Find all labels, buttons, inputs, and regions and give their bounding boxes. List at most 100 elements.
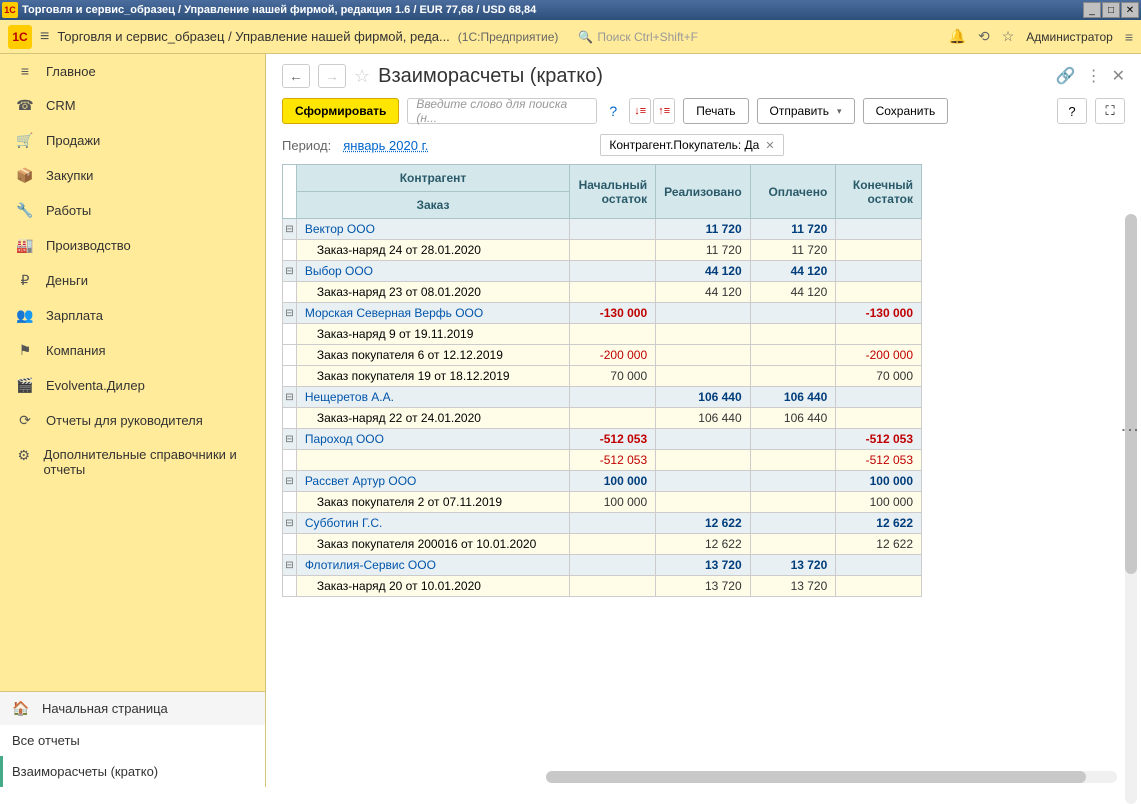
cell-start: 100 000: [570, 492, 656, 513]
th-order[interactable]: Заказ: [296, 192, 569, 219]
sidebar-item-8[interactable]: ⚑Компания: [0, 333, 265, 368]
table-row[interactable]: Заказ-наряд 23 от 08.01.202044 12044 120: [283, 282, 922, 303]
fullscreen-icon[interactable]: ⛶: [1095, 98, 1125, 124]
th-paid[interactable]: Оплачено: [750, 165, 836, 219]
cell-name: Заказ покупателя 6 от 12.12.2019: [296, 345, 569, 366]
sidebar-item-11[interactable]: ⚙Дополнительные справочники и отчеты: [0, 438, 265, 486]
user-label[interactable]: Администратор: [1026, 30, 1113, 44]
cell-name: Вектор ООО: [296, 219, 569, 240]
table-row[interactable]: ⊟Пароход ООО-512 053-512 053: [283, 429, 922, 450]
global-search[interactable]: 🔍 Поиск Ctrl+Shift+F: [578, 30, 940, 44]
sidebar-item-0[interactable]: ≡Главное: [0, 54, 265, 88]
table-row[interactable]: ⊟Флотилия-Сервис ООО13 72013 720: [283, 555, 922, 576]
back-button[interactable]: ←: [282, 64, 310, 88]
more-icon[interactable]: ⋮: [1086, 66, 1102, 86]
star-icon[interactable]: ☆: [1002, 28, 1015, 45]
sidebar-item-3[interactable]: 📦Закупки: [0, 158, 265, 193]
th-realized[interactable]: Реализовано: [656, 165, 751, 219]
favorite-star-icon[interactable]: ☆: [354, 66, 370, 87]
forward-button[interactable]: →: [318, 64, 346, 88]
table-row[interactable]: Заказ-наряд 22 от 24.01.2020106 440106 4…: [283, 408, 922, 429]
sidebar-item-1[interactable]: ☎CRM: [0, 88, 265, 123]
table-row[interactable]: Заказ-наряд 24 от 28.01.202011 72011 720: [283, 240, 922, 261]
cell-real: [656, 303, 751, 324]
sidebar-item-7[interactable]: 👥Зарплата: [0, 298, 265, 333]
collapse-icon[interactable]: ⊟: [283, 429, 297, 450]
sidebar-item-label: Деньги: [46, 273, 88, 288]
breadcrumb[interactable]: Торговля и сервис_образец / Управление н…: [57, 29, 449, 44]
collapse-icon[interactable]: ⊟: [283, 513, 297, 534]
cell-start: 100 000: [570, 471, 656, 492]
filter-tag-close-icon[interactable]: ✕: [765, 139, 774, 152]
logo-icon[interactable]: 1C: [8, 25, 32, 49]
cell-paid: 13 720: [750, 576, 836, 597]
table-row[interactable]: ⊟Субботин Г.С.12 62212 622: [283, 513, 922, 534]
filter-tag[interactable]: Контрагент.Покупатель: Да ✕: [600, 134, 783, 156]
cell-end: [836, 240, 922, 261]
table-row[interactable]: ⊟Вектор ООО11 72011 720: [283, 219, 922, 240]
table-row[interactable]: Заказ покупателя 19 от 18.12.201970 0007…: [283, 366, 922, 387]
print-button[interactable]: Печать: [683, 98, 748, 124]
sidebar-bottom-item-1[interactable]: Все отчеты: [0, 725, 265, 756]
history-icon[interactable]: ⟲: [978, 28, 990, 45]
table-row[interactable]: Заказ-наряд 9 от 19.11.2019: [283, 324, 922, 345]
minimize-button[interactable]: _: [1083, 2, 1101, 18]
sort-asc-icon[interactable]: ↓≡: [629, 98, 651, 124]
collapse-icon[interactable]: ⊟: [283, 387, 297, 408]
cell-real: 12 622: [656, 534, 751, 555]
side-menu-icon[interactable]: ⋮: [1119, 421, 1141, 439]
table-row[interactable]: ⊟Выбор ООО44 12044 120: [283, 261, 922, 282]
table-row[interactable]: -512 053-512 053: [283, 450, 922, 471]
sidebar-item-9[interactable]: 🎬Evolventa.Дилер: [0, 368, 265, 403]
collapse-icon[interactable]: ⊟: [283, 471, 297, 492]
collapse-icon[interactable]: ⊟: [283, 555, 297, 576]
link-icon[interactable]: 🔗: [1056, 66, 1076, 86]
sidebar-item-2[interactable]: 🛒Продажи: [0, 123, 265, 158]
help-button[interactable]: ?: [1057, 98, 1087, 124]
table-row[interactable]: ⊟Рассвет Артур ООО100 000100 000: [283, 471, 922, 492]
table-row[interactable]: Заказ покупателя 2 от 07.11.2019100 0001…: [283, 492, 922, 513]
cell-real: 13 720: [656, 576, 751, 597]
help-icon[interactable]: ?: [605, 103, 621, 119]
scrollbar-horizontal[interactable]: [546, 771, 1117, 783]
sidebar-item-4[interactable]: 🔧Работы: [0, 193, 265, 228]
th-end[interactable]: Конечный остаток: [836, 165, 922, 219]
sidebar-bottom-item-0[interactable]: 🏠Начальная страница: [0, 692, 265, 725]
table-row[interactable]: Заказ покупателя 200016 от 10.01.202012 …: [283, 534, 922, 555]
window-titlebar: 1C Торговля и сервис_образец / Управлени…: [0, 0, 1141, 20]
cell-name: Выбор ООО: [296, 261, 569, 282]
table-row[interactable]: Заказ покупателя 6 от 12.12.2019-200 000…: [283, 345, 922, 366]
settings-menu-icon[interactable]: ≡: [1125, 29, 1133, 45]
toolbar: Сформировать Введите слово для поиска (н…: [266, 94, 1141, 134]
cell-name: Рассвет Артур ООО: [296, 471, 569, 492]
sidebar-bottom-item-2[interactable]: Взаиморасчеты (кратко): [0, 756, 265, 787]
scrollbar-vertical[interactable]: [1125, 214, 1137, 804]
bell-icon[interactable]: 🔔: [949, 28, 966, 45]
collapse-icon[interactable]: ⊟: [283, 219, 297, 240]
sidebar-item-6[interactable]: ₽Деньги: [0, 263, 265, 298]
sort-desc-icon[interactable]: ↑≡: [653, 98, 675, 124]
cell-paid: 44 120: [750, 282, 836, 303]
cell-start: [570, 387, 656, 408]
collapse-icon[interactable]: ⊟: [283, 303, 297, 324]
table-row[interactable]: Заказ-наряд 20 от 10.01.202013 72013 720: [283, 576, 922, 597]
form-button[interactable]: Сформировать: [282, 98, 399, 124]
report-search-input[interactable]: Введите слово для поиска (н...: [407, 98, 597, 124]
sidebar-item-10[interactable]: ⟳Отчеты для руководителя: [0, 403, 265, 438]
cell-name: Заказ-наряд 23 от 08.01.2020: [296, 282, 569, 303]
maximize-button[interactable]: □: [1102, 2, 1120, 18]
period-value[interactable]: январь 2020 г.: [343, 138, 428, 153]
table-row[interactable]: ⊟Нещеретов А.А.106 440106 440: [283, 387, 922, 408]
th-start[interactable]: Начальный остаток: [570, 165, 656, 219]
menu-icon[interactable]: ≡: [40, 28, 49, 46]
th-contragent[interactable]: Контрагент: [296, 165, 569, 192]
close-button[interactable]: ✕: [1121, 2, 1139, 18]
close-panel-icon[interactable]: ✕: [1112, 66, 1125, 86]
cell-start: [570, 555, 656, 576]
sidebar: ≡Главное☎CRM🛒Продажи📦Закупки🔧Работы🏭Прои…: [0, 54, 266, 787]
table-row[interactable]: ⊟Морская Северная Верфь ООО-130 000-130 …: [283, 303, 922, 324]
send-button[interactable]: Отправить: [757, 98, 855, 124]
sidebar-item-5[interactable]: 🏭Производство: [0, 228, 265, 263]
collapse-icon[interactable]: ⊟: [283, 261, 297, 282]
save-button[interactable]: Сохранить: [863, 98, 949, 124]
